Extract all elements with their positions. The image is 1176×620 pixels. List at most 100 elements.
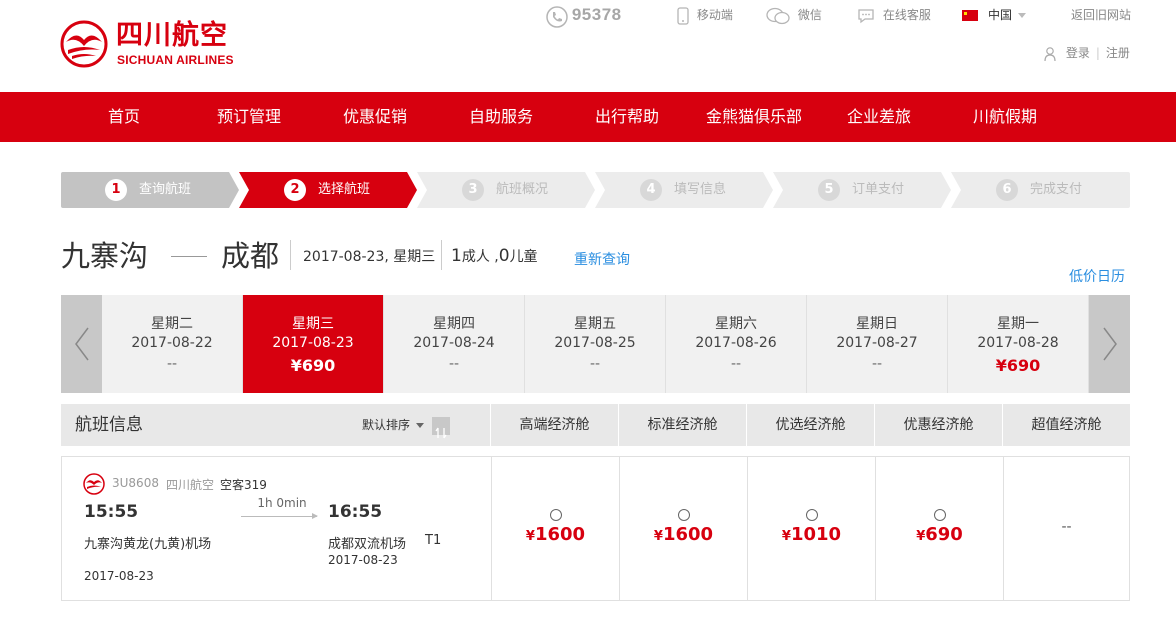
lowest-price: -- bbox=[448, 356, 460, 372]
date-option-selected[interactable]: 星期三 2017-08-23 ¥690 bbox=[243, 295, 384, 393]
wechat-icon bbox=[766, 7, 790, 24]
sichuan-airlines-logo[interactable]: 四川航空 SICHUAN AIRLINES bbox=[60, 20, 260, 70]
date: 2017-08-22 bbox=[131, 335, 213, 351]
flight-table-header: 航班信息 默认排序 高端经济舱 标准经济舱 优选经济舱 优惠经济舱 超值经济舱 bbox=[61, 404, 1130, 446]
step-number: 6 bbox=[996, 179, 1018, 201]
date-option[interactable]: 星期四 2017-08-24 -- bbox=[384, 295, 525, 393]
country-label: 中国 bbox=[988, 8, 1013, 22]
lowest-price: ¥690 bbox=[290, 356, 336, 375]
nav-promotions[interactable]: 优惠促销 bbox=[343, 92, 407, 142]
requery-link[interactable]: 重新查询 bbox=[574, 249, 630, 269]
date-option[interactable]: 星期五 2017-08-25 -- bbox=[525, 295, 666, 393]
route-summary: 九寨沟 成都 2017-08-23, 星期三 1成人 ,0儿童 重新查询 bbox=[61, 234, 1130, 278]
fare-price: ¥1600 bbox=[653, 524, 714, 545]
travel-date: 2017-08-23, 星期三 bbox=[303, 249, 436, 265]
date-option[interactable]: 星期二 2017-08-22 -- bbox=[102, 295, 243, 393]
nav-booking-management[interactable]: 预订管理 bbox=[217, 92, 281, 142]
step-order-payment: 5 订单支付 bbox=[773, 172, 953, 208]
nav-self-service[interactable]: 自助服务 bbox=[469, 92, 533, 142]
flight-info-heading: 航班信息 bbox=[75, 415, 143, 435]
nav-corporate-travel[interactable]: 企业差旅 bbox=[847, 92, 911, 142]
nav-travel-help[interactable]: 出行帮助 bbox=[595, 92, 659, 142]
logo-english-text: SICHUAN AIRLINES bbox=[117, 53, 234, 67]
duration-arrow bbox=[241, 513, 318, 519]
step-number: 3 bbox=[462, 179, 484, 201]
date-option[interactable]: 星期六 2017-08-26 -- bbox=[666, 295, 807, 393]
low-price-calendar-link[interactable]: 低价日历 bbox=[1069, 266, 1125, 286]
fare-premium-economy[interactable]: ¥1600 bbox=[491, 457, 619, 600]
step-number: 4 bbox=[640, 179, 662, 201]
step-label: 完成支付 bbox=[1030, 182, 1083, 197]
departure-time: 15:55 bbox=[84, 502, 139, 522]
sort-order-icon[interactable] bbox=[432, 416, 451, 438]
fare-radio[interactable] bbox=[550, 509, 562, 521]
account-links: 登录 | 注册 bbox=[1044, 44, 1130, 62]
step-label: 选择航班 bbox=[318, 182, 371, 197]
mobile-label: 移动端 bbox=[696, 8, 733, 22]
flight-number: 3U8608 bbox=[112, 476, 159, 490]
step-number: 1 bbox=[105, 179, 127, 201]
step-label: 订单支付 bbox=[852, 182, 905, 197]
chevron-down-icon bbox=[1018, 13, 1027, 18]
arrival-airport: 成都双流机场 bbox=[328, 537, 407, 552]
phone-icon bbox=[546, 5, 568, 28]
fare-price: ¥1010 bbox=[781, 524, 842, 545]
aircraft-type[interactable]: 空客319 bbox=[220, 476, 267, 493]
adult-label: 成人 , bbox=[461, 249, 499, 265]
fare-unavailable: -- bbox=[1061, 519, 1072, 535]
child-count: 0 bbox=[498, 246, 510, 266]
chevron-right-icon bbox=[1103, 327, 1117, 361]
fare-discount-economy[interactable]: ¥690 bbox=[875, 457, 1003, 600]
step-payment-complete: 6 完成支付 bbox=[951, 172, 1130, 208]
sort-dropdown[interactable]: 默认排序 bbox=[362, 404, 451, 446]
hotline-number: 95378 bbox=[571, 5, 622, 24]
route-arrow bbox=[171, 256, 207, 257]
col-standard-economy: 标准经济舱 bbox=[618, 404, 746, 446]
weekday: 星期四 bbox=[433, 316, 475, 332]
date-selector: 星期二 2017-08-22 -- 星期三 2017-08-23 ¥690 星期… bbox=[61, 295, 1130, 393]
date: 2017-08-25 bbox=[554, 335, 636, 351]
step-label: 填写信息 bbox=[674, 182, 727, 197]
online-service-link[interactable]: 在线客服 bbox=[857, 4, 931, 26]
passenger-count: 1成人 ,0儿童 bbox=[451, 246, 538, 266]
nav-home[interactable]: 首页 bbox=[108, 92, 140, 142]
wechat-link[interactable]: 微信 bbox=[766, 4, 822, 26]
fare-radio[interactable] bbox=[934, 509, 946, 521]
prev-dates-button[interactable] bbox=[61, 295, 102, 393]
weekday: 星期二 bbox=[151, 316, 193, 332]
arrival-date: 2017-08-23 bbox=[328, 553, 398, 567]
divider bbox=[441, 240, 442, 270]
chat-bubble-icon bbox=[858, 8, 874, 23]
col-discount-economy: 优惠经济舱 bbox=[874, 404, 1002, 446]
step-number: 5 bbox=[818, 179, 840, 201]
origin-city: 九寨沟 bbox=[61, 239, 149, 273]
date-option[interactable]: 星期日 2017-08-27 -- bbox=[807, 295, 948, 393]
main-nav: 首页 预订管理 优惠促销 自助服务 出行帮助 金熊猫俱乐部 企业差旅 川航假期 bbox=[0, 92, 1176, 142]
wechat-label: 微信 bbox=[797, 8, 822, 22]
sort-label: 默认排序 bbox=[362, 418, 411, 432]
lowest-price: -- bbox=[589, 356, 601, 372]
fare-radio[interactable] bbox=[806, 509, 818, 521]
airline-logo-icon bbox=[83, 473, 105, 495]
flight-row: 3U8608 四川航空 空客319 15:55 1h 0min 16:55 九寨… bbox=[61, 456, 1130, 601]
login-link[interactable]: 登录 bbox=[1066, 46, 1090, 60]
date-option[interactable]: 星期一 2017-08-28 ¥690 bbox=[948, 295, 1089, 393]
destination-city: 成都 bbox=[221, 239, 280, 273]
next-dates-button[interactable] bbox=[1089, 295, 1130, 393]
register-link[interactable]: 注册 bbox=[1106, 46, 1130, 60]
old-site-link[interactable]: 返回旧网站 bbox=[1071, 4, 1131, 26]
fare-preferred-economy[interactable]: ¥1010 bbox=[747, 457, 875, 600]
divider bbox=[290, 240, 291, 270]
fare-standard-economy[interactable]: ¥1600 bbox=[619, 457, 747, 600]
weekday: 星期三 bbox=[292, 316, 334, 332]
mobile-link[interactable]: 移动端 bbox=[677, 4, 733, 26]
country-selector[interactable]: 中国 bbox=[962, 4, 1027, 26]
fare-value-economy: -- bbox=[1003, 457, 1129, 600]
departure-airport: 九寨沟黄龙(九黄)机场 bbox=[84, 537, 212, 552]
nav-holidays[interactable]: 川航假期 bbox=[973, 92, 1037, 142]
nav-golden-panda-club[interactable]: 金熊猫俱乐部 bbox=[706, 92, 802, 142]
logo-bird-icon bbox=[60, 20, 108, 68]
fare-radio[interactable] bbox=[678, 509, 690, 521]
user-icon bbox=[1044, 46, 1056, 61]
date: 2017-08-23 bbox=[272, 335, 354, 351]
